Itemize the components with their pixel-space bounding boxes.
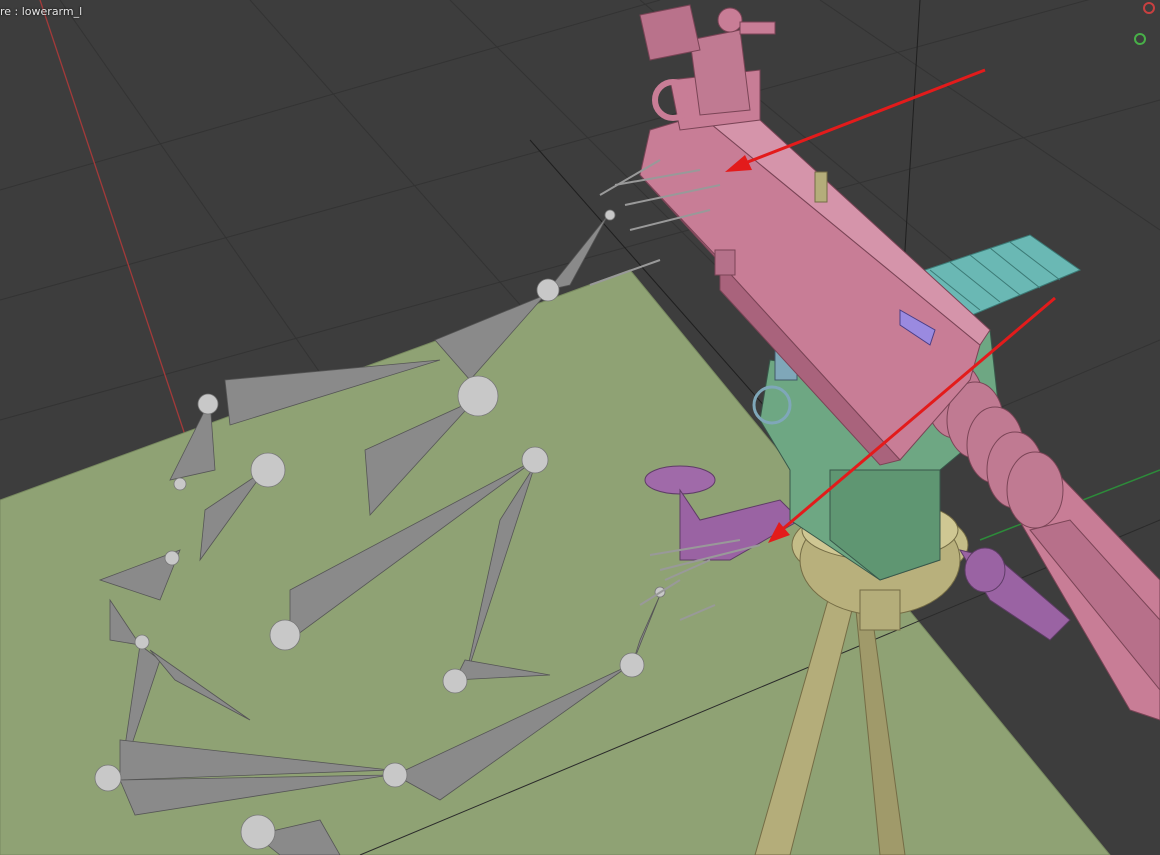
viewport-canvas[interactable]	[0, 0, 1160, 855]
object-info-label: re : lowerarm_l	[0, 5, 83, 18]
y-axis-gizmo-icon[interactable]	[1134, 33, 1146, 45]
x-axis-line	[39, 0, 201, 481]
3d-viewport[interactable]: re : lowerarm_l	[0, 0, 1160, 855]
x-axis-gizmo-icon[interactable]	[1143, 2, 1155, 14]
